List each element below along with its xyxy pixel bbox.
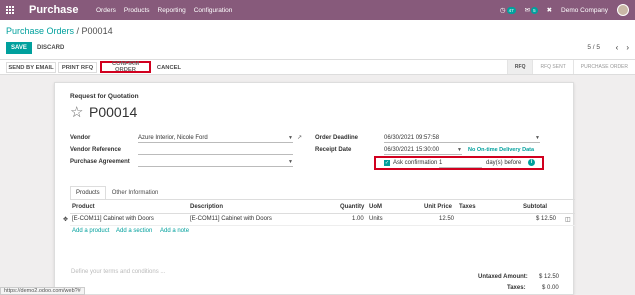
- trash-icon[interactable]: ◫: [565, 216, 571, 223]
- debug-tools-icon[interactable]: ✖: [547, 6, 552, 14]
- order-deadline-value: 06/30/2021 09:57:58: [384, 135, 440, 141]
- column-uom[interactable]: UoM: [369, 204, 382, 210]
- vendor-reference-label: Vendor Reference: [70, 147, 122, 153]
- drag-handle-icon[interactable]: ✥: [63, 216, 68, 223]
- state-rfq[interactable]: RFQ: [506, 60, 533, 74]
- add-note-link[interactable]: Add a note: [160, 228, 189, 234]
- dropdown-caret-icon: ▼: [457, 147, 462, 153]
- order-deadline-label: Order Deadline: [315, 135, 359, 141]
- state-rfq-sent[interactable]: RFQ SENT: [532, 60, 572, 74]
- tab-products[interactable]: Products: [70, 186, 106, 200]
- discard-button[interactable]: DISCARD: [34, 42, 67, 54]
- ask-confirmation-label: Ask confirmation: [393, 160, 438, 166]
- days-before-label: day(s) before: [486, 160, 522, 166]
- breadcrumb-separator: /: [74, 26, 82, 36]
- ask-confirmation-days-input[interactable]: 1: [439, 159, 482, 168]
- line-subtotal: $ 12.50: [536, 216, 557, 222]
- clock-icon: ◷: [499, 7, 506, 14]
- apps-menu-icon[interactable]: [0, 0, 20, 20]
- terms-and-conditions-input[interactable]: Define your terms and conditions ...: [71, 269, 165, 275]
- menu-reporting[interactable]: Reporting: [158, 7, 186, 14]
- external-link-icon[interactable]: ↗: [297, 134, 302, 141]
- menu-orders[interactable]: Orders: [96, 7, 116, 14]
- app-name[interactable]: Purchase: [29, 4, 89, 16]
- activity-button[interactable]: ◷ 47: [500, 6, 516, 14]
- ask-confirmation-checkbox[interactable]: ✓: [384, 160, 390, 166]
- pager-nav: ‹ ›: [616, 43, 629, 52]
- column-unit-price[interactable]: Unit Price: [424, 204, 452, 210]
- receipt-date-label: Receipt Date: [315, 147, 352, 153]
- pager-value[interactable]: 5 / 5: [587, 44, 600, 51]
- send-by-email-button[interactable]: SEND BY EMAIL: [6, 62, 56, 73]
- activity-count-badge: 47: [506, 6, 516, 14]
- taxes-value: $ 0.00: [542, 285, 559, 291]
- add-product-link[interactable]: Add a product: [72, 228, 109, 234]
- menu-products[interactable]: Products: [124, 7, 150, 14]
- purchase-agreement-label: Purchase Agreement: [70, 159, 130, 165]
- chevron-right-icon[interactable]: ›: [626, 43, 629, 52]
- purchase-agreement-field[interactable]: ▼: [138, 158, 293, 167]
- line-product[interactable]: [E-COM11] Cabinet with Doors: [72, 216, 154, 222]
- line-description[interactable]: [E-COM11] Cabinet with Doors: [190, 216, 272, 222]
- dropdown-caret-icon: ▼: [288, 135, 293, 141]
- column-product[interactable]: Product: [72, 204, 95, 210]
- column-taxes[interactable]: Taxes: [459, 204, 476, 210]
- top-navbar: Purchase Orders Products Reporting Confi…: [0, 0, 635, 20]
- untaxed-amount-value: $ 12.50: [539, 274, 560, 280]
- cancel-button[interactable]: CANCEL: [154, 62, 184, 73]
- messages-button[interactable]: ✉ 5: [525, 6, 538, 14]
- vendor-field[interactable]: Azure Interior, Nicole Ford ▼: [138, 134, 293, 143]
- line-unit-price[interactable]: 12.50: [439, 216, 454, 222]
- save-button[interactable]: SAVE: [6, 42, 32, 54]
- chat-icon: ✉: [524, 7, 531, 14]
- order-deadline-field[interactable]: 06/30/2021 09:57:58 ▼: [384, 134, 540, 143]
- state-purchase-order[interactable]: PURCHASE ORDER: [572, 60, 635, 74]
- tab-other-information[interactable]: Other Information: [106, 186, 165, 200]
- breadcrumb-purchase-orders[interactable]: Purchase Orders: [6, 26, 74, 36]
- control-panel: Purchase Orders / P00014 SAVE DISCARD 5 …: [0, 20, 635, 60]
- header-divider: [70, 213, 575, 214]
- confirm-order-button[interactable]: CONFIRM ORDER: [100, 61, 151, 73]
- notebook-tabs: Products Other Information: [70, 186, 164, 200]
- vendor-value: Azure Interior, Nicole Ford: [138, 135, 208, 141]
- taxes-label: Taxes:: [507, 285, 526, 291]
- info-icon[interactable]: i: [528, 159, 535, 166]
- print-rfq-button[interactable]: PRINT RFQ: [58, 62, 97, 73]
- vendor-reference-field[interactable]: [138, 146, 293, 155]
- document-type-label: Request for Quotation: [70, 93, 139, 100]
- systray: ◷ 47 ✉ 5 ✖ Demo Company: [500, 0, 629, 20]
- browser-status-url: https://demo2.odoo.com/web?#: [0, 287, 85, 295]
- column-subtotal[interactable]: Subtotal: [523, 204, 547, 210]
- form-sheet: Request for Quotation ☆ P00014 Vendor Az…: [54, 82, 575, 295]
- receipt-date-field[interactable]: 06/30/2021 15:30:00 ▼: [384, 146, 462, 155]
- menu-configuration[interactable]: Configuration: [194, 7, 233, 14]
- receipt-date-value: 06/30/2021 15:30:00: [384, 147, 440, 153]
- user-avatar[interactable]: [617, 4, 629, 16]
- company-switcher[interactable]: Demo Company: [561, 7, 608, 14]
- order-name: P00014: [89, 104, 138, 120]
- tab-divider: [70, 199, 575, 200]
- on-time-delivery-link[interactable]: No On-time Delivery Data: [468, 147, 534, 153]
- column-quantity[interactable]: Quantity: [340, 204, 364, 210]
- untaxed-amount-label: Untaxed Amount:: [478, 274, 528, 280]
- star-icon[interactable]: ☆: [70, 103, 83, 121]
- column-description[interactable]: Description: [190, 204, 223, 210]
- row-divider: [70, 225, 575, 226]
- line-uom[interactable]: Units: [369, 216, 383, 222]
- main-menu: Orders Products Reporting Configuration: [96, 7, 232, 14]
- form-statusbar: SEND BY EMAIL PRINT RFQ CONFIRM ORDER CA…: [0, 60, 635, 75]
- dropdown-caret-icon: ▼: [288, 159, 293, 165]
- line-quantity[interactable]: 1.00: [352, 216, 364, 222]
- breadcrumb: Purchase Orders / P00014: [6, 26, 113, 36]
- add-section-link[interactable]: Add a section: [116, 228, 152, 234]
- breadcrumb-current: P00014: [81, 26, 113, 36]
- vendor-label: Vendor: [70, 135, 91, 141]
- chevron-left-icon[interactable]: ‹: [616, 43, 619, 52]
- dropdown-caret-icon: ▼: [535, 135, 540, 141]
- status-pipeline: RFQ RFQ SENT PURCHASE ORDER: [506, 60, 635, 74]
- message-count-badge: 5: [531, 6, 538, 14]
